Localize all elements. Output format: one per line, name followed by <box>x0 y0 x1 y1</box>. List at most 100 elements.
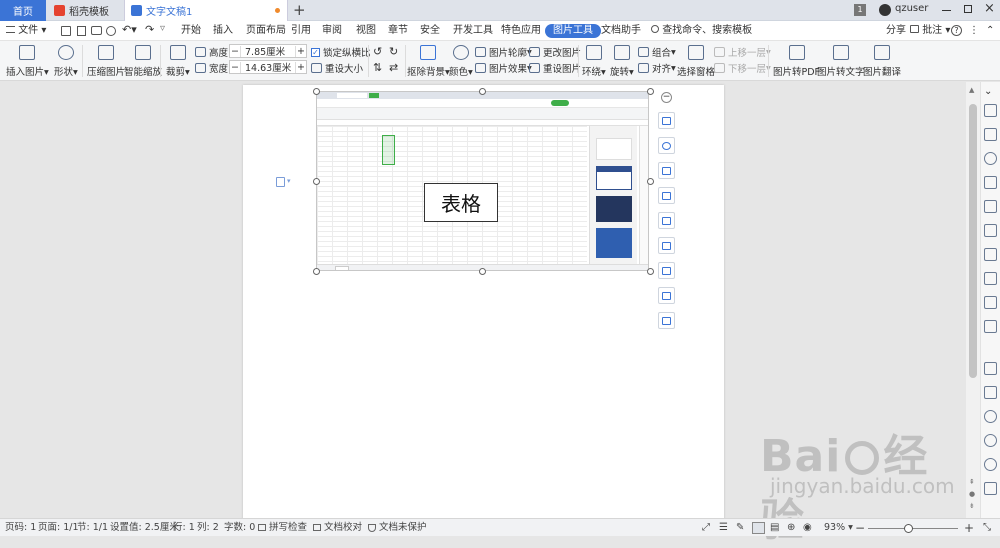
status-setting-value[interactable]: 设置值: 2.5厘米 <box>110 519 179 537</box>
window-count-badge[interactable]: 1 <box>854 4 866 16</box>
flip-vertical-icon[interactable]: ⇅ <box>373 61 382 74</box>
user-name[interactable]: qzuser <box>895 3 928 14</box>
rotate-right-icon[interactable]: ↻ <box>389 45 398 58</box>
wrap-button[interactable]: 环绕▾ <box>582 43 606 78</box>
share-out-icon[interactable] <box>984 320 997 333</box>
pen-view-icon[interactable]: ✎ <box>736 519 744 537</box>
reset-picture-button[interactable]: 重设图片 <box>529 61 581 75</box>
smart-zoom-button[interactable]: 智能缩放 <box>124 43 162 78</box>
inserted-picture[interactable]: 表格 <box>316 91 649 271</box>
change-picture-button[interactable]: 更改图片 <box>529 45 581 59</box>
menu-security[interactable]: 安全 <box>420 21 440 41</box>
resize-handle-right[interactable] <box>647 178 654 185</box>
rotate-button[interactable]: 旋转▾ <box>610 43 634 78</box>
height-decrease-button[interactable]: − <box>230 45 241 57</box>
resize-handle-top-right[interactable] <box>647 88 654 95</box>
menu-start[interactable]: 开始 <box>181 21 201 41</box>
download-icon[interactable] <box>984 410 997 423</box>
eye-protection-icon[interactable]: ◉ <box>803 519 812 537</box>
shapes-icon[interactable] <box>984 152 997 165</box>
remove-background-button[interactable]: 抠除背景▾ <box>407 43 450 78</box>
zoom-level[interactable]: 93% ▾ <box>824 519 853 537</box>
proofread-button[interactable]: 文档校对 <box>313 519 362 537</box>
scroll-prev-page-icon[interactable]: ⇞ <box>969 478 975 486</box>
zoom-slider[interactable] <box>868 528 958 529</box>
tab-daoke-templates[interactable]: 稻壳模板 <box>46 0 122 21</box>
picture-to-text-float-button[interactable] <box>658 262 675 279</box>
settings-sliders-icon[interactable] <box>984 272 997 285</box>
picture-to-pdf-float-button[interactable] <box>658 312 675 329</box>
width-spinner[interactable]: − 14.63厘米 + <box>229 60 307 74</box>
width-decrease-button[interactable]: − <box>230 61 241 73</box>
width-increase-button[interactable]: + <box>295 61 306 73</box>
paragraph-layout-icon[interactable] <box>276 177 285 187</box>
menu-references[interactable]: 引用 <box>291 21 311 41</box>
color-button[interactable]: 颜色▾ <box>449 43 473 78</box>
resize-handle-top[interactable] <box>479 88 486 95</box>
collapse-float-toolbar-icon[interactable]: − <box>661 92 672 103</box>
style-icon[interactable] <box>984 176 997 189</box>
file-menu[interactable]: 文件 ▾ <box>6 21 46 41</box>
status-section[interactable]: 节: 1/1 <box>77 519 108 537</box>
resize-handle-bottom[interactable] <box>479 268 486 275</box>
menu-picture-tools[interactable]: 图片工具 <box>545 24 601 38</box>
reset-size-button[interactable]: 重设大小 <box>311 61 363 75</box>
zoom-slider-thumb[interactable] <box>904 524 913 533</box>
print-icon[interactable] <box>91 26 102 35</box>
bring-forward-button[interactable]: 上移一层▾ <box>714 45 771 59</box>
customize-toolbar-icon[interactable]: ▿ <box>160 23 165 34</box>
help-icon[interactable]: ? <box>951 25 962 36</box>
resize-handle-top-left[interactable] <box>313 88 320 95</box>
table-icon[interactable] <box>984 200 997 213</box>
document-icon[interactable] <box>984 296 997 309</box>
insert-picture-button[interactable]: 插入图片▾ <box>6 43 49 78</box>
restore-icon[interactable] <box>964 5 972 13</box>
resize-handle-bottom-left[interactable] <box>313 268 320 275</box>
print-preview-icon[interactable] <box>106 26 116 36</box>
menu-special[interactable]: 特色应用 <box>501 21 541 41</box>
undo-icon[interactable]: ↶▾ <box>122 23 137 36</box>
menu-insert[interactable]: 插入 <box>213 21 233 41</box>
status-word-count[interactable]: 字数: 0 <box>224 519 255 537</box>
menu-doc-assistant[interactable]: 文档助手 <box>601 21 641 41</box>
resize-handle-left[interactable] <box>313 178 320 185</box>
layout-options-button[interactable] <box>658 112 675 129</box>
image-effects-float-button[interactable] <box>658 212 675 229</box>
translate-float-button[interactable] <box>658 287 675 304</box>
group-button[interactable]: 组合 ▾ <box>638 45 676 59</box>
compress-picture-button[interactable]: 压缩图片 <box>87 43 125 78</box>
grid-apps-icon[interactable] <box>984 224 997 237</box>
change-picture-float-button[interactable] <box>658 237 675 254</box>
selection-pane-button[interactable]: 选择窗格 <box>677 43 715 78</box>
flip-horizontal-icon[interactable]: ⇄ <box>389 61 398 74</box>
avatar[interactable] <box>879 4 891 16</box>
history-icon[interactable] <box>984 434 997 447</box>
remove-background-float-button[interactable] <box>658 162 675 179</box>
status-pages[interactable]: 页面: 1/1 <box>38 519 79 537</box>
zoom-in-button[interactable]: + <box>964 519 974 537</box>
save-icon[interactable] <box>61 26 71 36</box>
height-spinner[interactable]: − 7.85厘米 + <box>229 44 307 58</box>
paragraph-layout-dropdown-icon[interactable]: ▾ <box>287 177 291 185</box>
fullscreen-icon[interactable]: ⤢ <box>702 519 710 537</box>
height-value[interactable]: 7.85厘米 <box>241 44 295 58</box>
more-menu-icon[interactable]: ⋮ <box>969 21 979 41</box>
menu-view[interactable]: 视图 <box>356 21 376 41</box>
crop-button[interactable]: 裁剪▾ <box>166 43 190 78</box>
picture-effects-button[interactable]: 图片效果 ▾ <box>475 61 532 75</box>
sidebar-collapse-icon[interactable]: ⌄ <box>984 86 997 99</box>
document-page[interactable]: ▾ 表格 <box>243 85 724 525</box>
status-page-number[interactable]: 页码: 1 <box>5 519 36 537</box>
redo-icon[interactable]: ↷ <box>145 23 154 36</box>
height-increase-button[interactable]: + <box>295 45 306 57</box>
lock-ratio-checkbox[interactable]: ✓ 锁定纵横比 <box>311 45 371 59</box>
picture-outline-button[interactable]: 图片轮廓 ▾ <box>475 45 532 59</box>
outline-view-icon[interactable]: ☰ <box>719 519 728 537</box>
scroll-select-object-icon[interactable]: ● <box>969 490 975 498</box>
resize-handle-bottom-right[interactable] <box>647 268 654 275</box>
crop-float-button[interactable] <box>658 187 675 204</box>
zoom-picture-button[interactable] <box>658 137 675 154</box>
user-help-icon[interactable] <box>984 458 997 471</box>
web-view-icon[interactable]: ⊕ <box>787 519 795 537</box>
comment-button[interactable]: 批注 ▾ <box>910 21 950 41</box>
